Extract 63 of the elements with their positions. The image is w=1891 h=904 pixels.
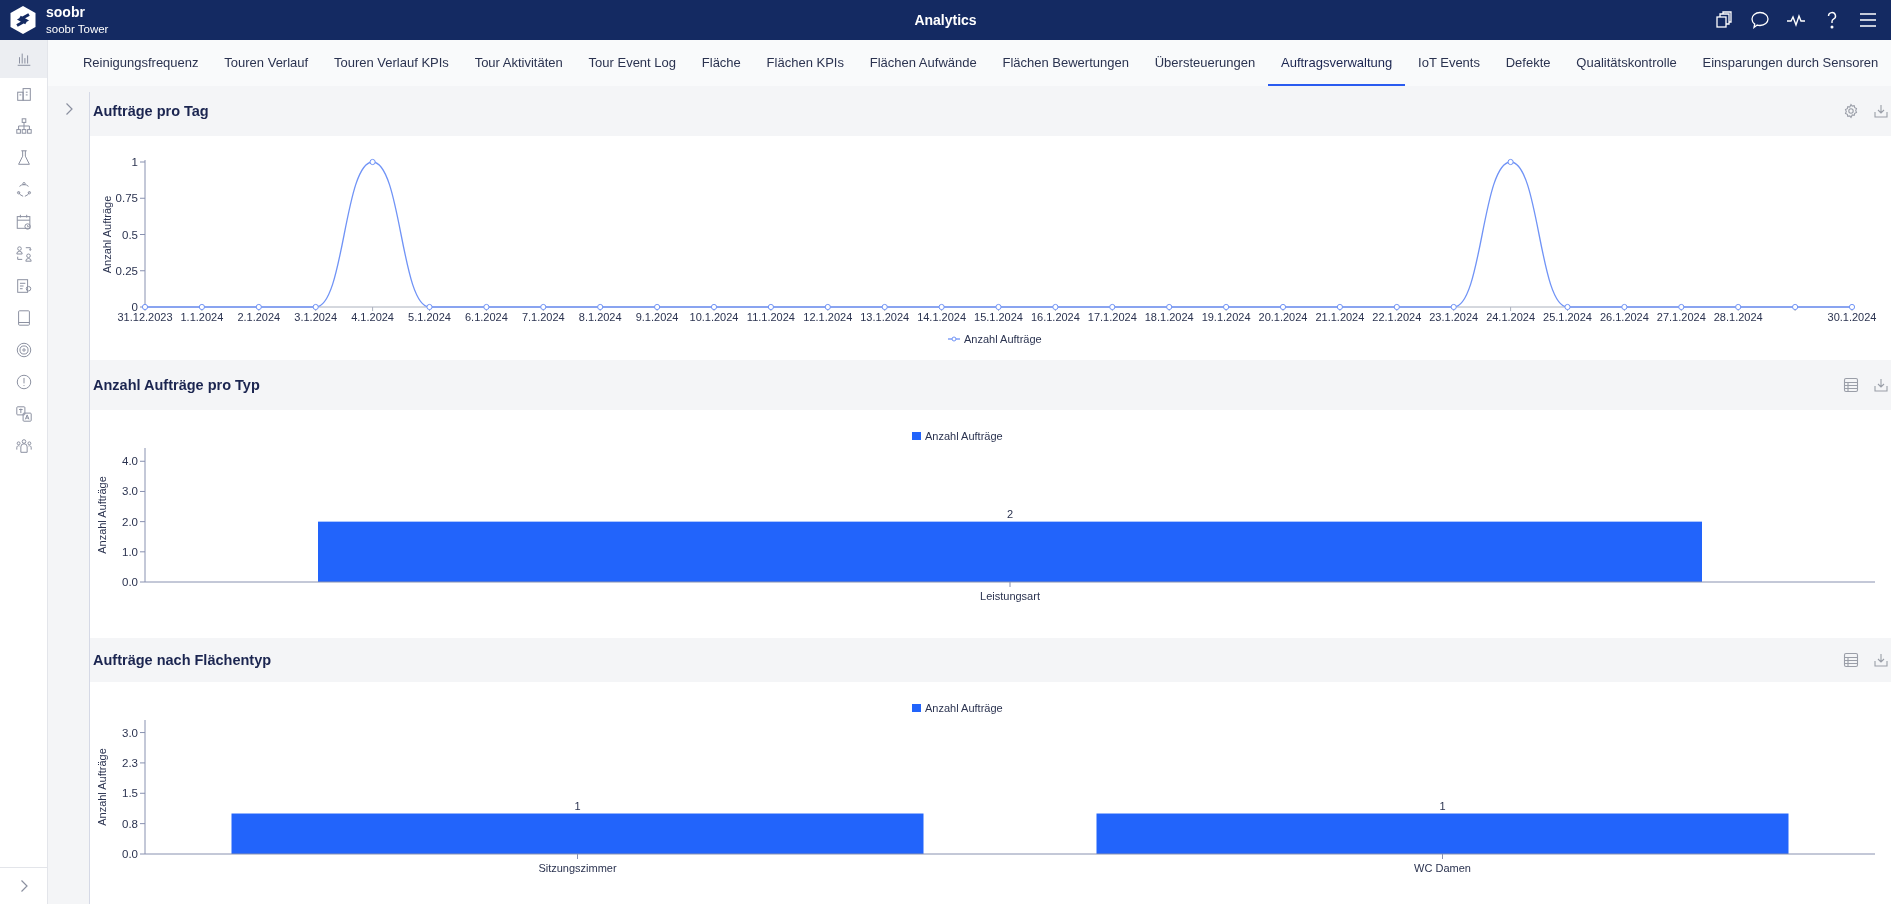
x-tick-label: 16.1.2024	[1030, 311, 1080, 323]
brand-name: soobr	[46, 4, 86, 22]
x-tick-label: 27.1.2024	[1656, 311, 1706, 323]
x-tick-label: 7.1.2024	[521, 311, 565, 323]
y-tick-label: 4.0	[122, 455, 138, 468]
value-label: 1	[574, 799, 581, 812]
x-tick-label: 24.1.2024	[1486, 311, 1536, 323]
x-tick-label: Leistungsart	[980, 590, 1040, 602]
x-tick-label: 26.1.2024	[1599, 311, 1649, 323]
x-tick-label: 11.1.2024	[746, 311, 795, 323]
y-axis-title: Anzahl Aufträge	[96, 748, 108, 826]
x-tick-label: 2.1.2024	[237, 311, 281, 323]
x-tick-label: 23.1.2024	[1429, 311, 1479, 323]
y-tick-label: 0	[131, 301, 138, 313]
y-tick-label: 3.0	[122, 726, 138, 739]
x-tick-label: 25.1.2024	[1543, 311, 1592, 323]
y-tick-label: 1.0	[122, 545, 138, 558]
y-tick-label: 0.25	[115, 264, 138, 277]
legend-label: Anzahl Aufträge	[925, 430, 1003, 442]
x-tick-label: 22.1.2024	[1372, 311, 1422, 323]
value-label: 1	[1439, 799, 1446, 812]
y-tick-label: 0.8	[122, 817, 138, 830]
x-tick-label: 5.1.2024	[408, 311, 451, 323]
x-tick-label: 30.1.2024	[1827, 311, 1877, 323]
x-tick-label: 20.1.2024	[1258, 311, 1308, 323]
y-tick-label: 2.0	[122, 515, 138, 528]
x-tick-label: 17.1.2024	[1087, 311, 1137, 323]
x-tick-label: WC Damen	[1414, 862, 1471, 874]
value-label: 2	[1006, 507, 1014, 520]
y-tick-label: 3.0	[122, 485, 138, 498]
x-tick-label: 14.1.2024	[917, 311, 967, 323]
x-tick-label: 6.1.2024	[465, 311, 508, 323]
x-tick-label: 21.1.2024	[1315, 311, 1365, 323]
x-tick-label: 28.1.2024	[1713, 311, 1763, 323]
x-tick-label: 18.1.2024	[1144, 311, 1194, 323]
x-tick-label: Sitzungszimmer	[538, 862, 617, 874]
x-tick-label: 4.1.2024	[351, 311, 394, 323]
y-tick-label: 2.3	[122, 756, 138, 769]
brand-subtitle: soobr Tower	[46, 21, 109, 36]
y-tick-label: 0.75	[115, 192, 138, 205]
y-tick-label: 0.5	[122, 228, 138, 241]
x-tick-label: 12.1.2024	[803, 311, 853, 323]
y-tick-label: 0.0	[122, 576, 138, 588]
page-title: Analytics	[914, 12, 977, 28]
x-tick-label: 15.1.2024	[974, 311, 1023, 323]
x-tick-label: 13.1.2024	[860, 311, 910, 323]
x-tick-label: 31.12.2023	[117, 311, 173, 323]
section-title: Aufträge nach Flächentyp	[93, 652, 272, 668]
x-tick-label: 10.1.2024	[689, 311, 739, 323]
section-title: Aufträge pro Tag	[93, 103, 209, 119]
y-tick-label: 1.5	[122, 787, 138, 800]
x-tick-label: 3.1.2024	[294, 311, 338, 323]
x-tick-label: 8.1.2024	[578, 311, 622, 323]
x-tick-label: 19.1.2024	[1201, 311, 1251, 323]
y-axis-title: Anzahl Aufträge	[101, 195, 113, 274]
x-tick-label: 1.1.2024	[180, 311, 224, 323]
x-tick-label: 9.1.2024	[635, 311, 679, 323]
section-title: Anzahl Aufträge pro Typ	[93, 377, 260, 393]
y-tick-label: 1	[131, 156, 138, 168]
y-tick-label: 0.0	[122, 848, 138, 860]
legend-label: Anzahl Aufträge	[964, 333, 1042, 345]
legend-label: Anzahl Aufträge	[925, 702, 1003, 714]
y-axis-title: Anzahl Aufträge	[96, 476, 108, 554]
